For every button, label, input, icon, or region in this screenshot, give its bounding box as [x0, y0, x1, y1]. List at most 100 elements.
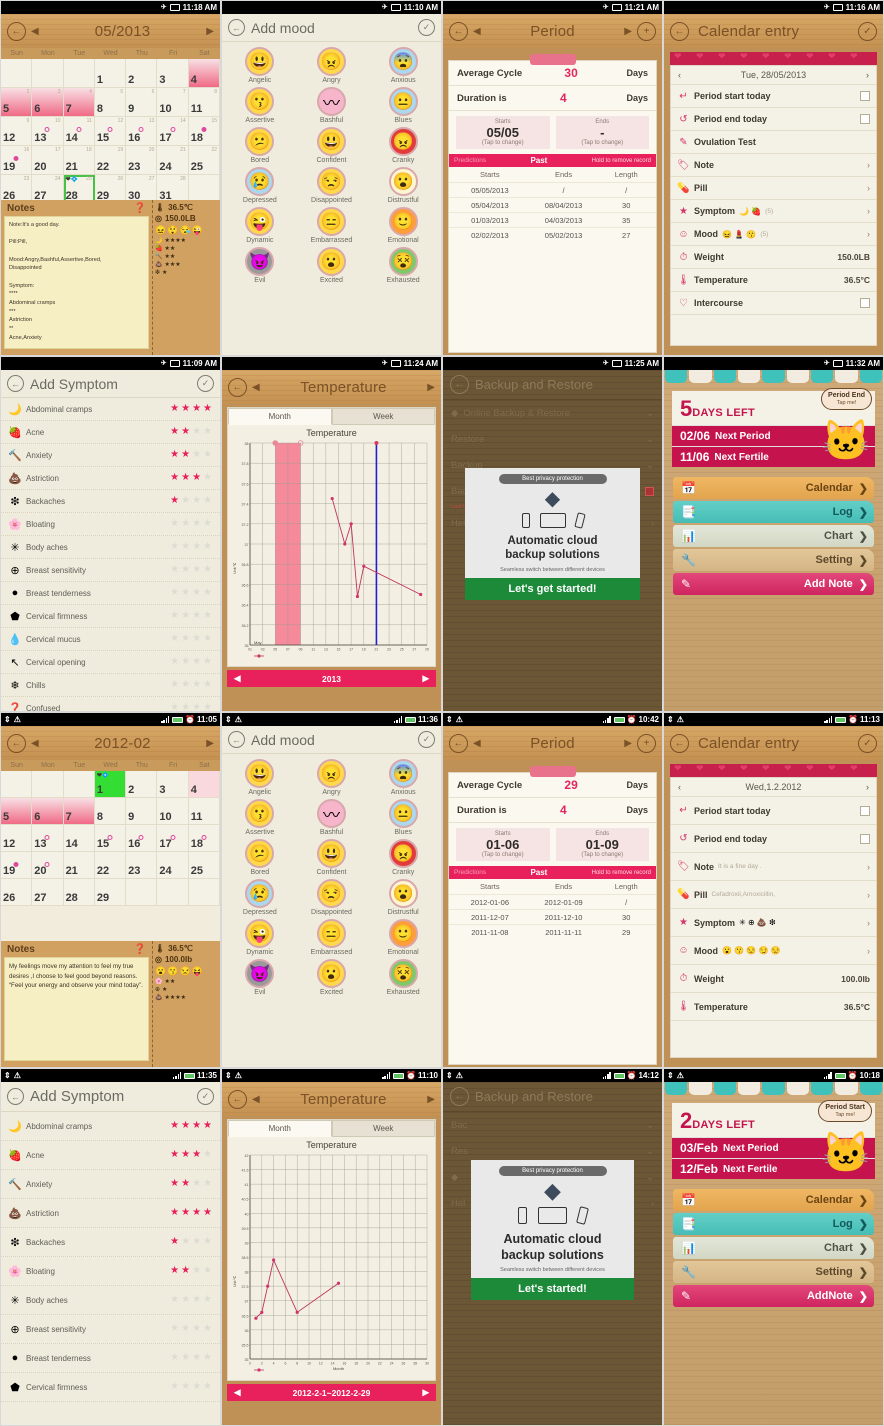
get-started-button[interactable]: Let's started! — [471, 1278, 634, 1301]
star-icon[interactable]: ★ — [181, 657, 190, 667]
confirm-icon[interactable]: ✓ — [418, 731, 435, 748]
star-icon[interactable]: ★ — [203, 1295, 212, 1305]
day-cell[interactable]: 23 — [126, 852, 158, 879]
prev-icon[interactable]: ◀ — [252, 382, 260, 393]
next-year-icon[interactable]: ▶ — [422, 673, 429, 684]
back-icon[interactable]: ← — [228, 19, 245, 36]
table-row[interactable]: 🌸 Bloating ★ ★ ★ ★ — [1, 1257, 220, 1286]
entry-row[interactable]: ⏱ Weight 100.0lb — [671, 965, 876, 993]
star-icon[interactable]: ★ — [170, 1382, 179, 1392]
day-cell[interactable]: 8 — [94, 798, 127, 825]
prev-icon[interactable]: ◀ — [252, 1094, 260, 1105]
next-icon[interactable]: ▶ — [624, 738, 632, 749]
rating-stars[interactable]: ★ ★ ★ ★ — [170, 1382, 214, 1392]
star-icon[interactable]: ★ — [203, 427, 212, 437]
prev-day-icon[interactable]: ‹ — [678, 70, 681, 80]
rating-stars[interactable]: ★ ★ ★ ★ — [170, 1121, 214, 1131]
star-icon[interactable]: ★ — [181, 1266, 190, 1276]
star-icon[interactable]: ★ — [192, 450, 201, 460]
tab-week[interactable]: Week — [331, 1120, 435, 1137]
mood-item[interactable]: 😨 Anxious — [367, 45, 439, 85]
starts-picker[interactable]: Starts 01-06 (Tap to change) — [456, 828, 550, 861]
mood-item[interactable]: 😃 Angelic — [224, 45, 296, 85]
entry-row[interactable]: ↺ Period end today — [671, 825, 876, 853]
day-cell[interactable]: 28 — [63, 879, 95, 906]
back-icon[interactable]: ← — [228, 1089, 247, 1109]
table-row[interactable]: 🔨 Anxiety ★ ★ ★ ★ — [1, 444, 220, 467]
tab-past[interactable]: Past — [530, 156, 547, 165]
day-cell[interactable]: 15 18 — [188, 117, 220, 146]
next-month-icon[interactable]: ▶ — [206, 738, 214, 749]
confirm-icon[interactable]: ✓ — [858, 21, 877, 41]
table-row[interactable]: ❇ Backaches ★ ★ ★ ★ — [1, 490, 220, 513]
day-cell[interactable]: 2 — [126, 771, 158, 798]
day-cell[interactable]: 5 — [1, 798, 33, 825]
entry-row[interactable]: 💊 Pill Cefadroxil,Amoxicillin, › — [671, 881, 876, 909]
star-icon[interactable]: ★ — [170, 473, 179, 483]
star-icon[interactable]: ★ — [192, 1150, 201, 1160]
day-cell[interactable]: 7 10 — [157, 88, 189, 117]
star-icon[interactable]: ★ — [203, 680, 212, 690]
mood-item[interactable]: 😕 Bored — [224, 125, 296, 165]
next-range-icon[interactable]: ▶ — [422, 1387, 429, 1398]
table-row[interactable]: 01/03/2013 04/03/2013 35 — [449, 212, 656, 227]
star-icon[interactable]: ★ — [203, 542, 212, 552]
star-icon[interactable]: ★ — [192, 427, 201, 437]
star-icon[interactable]: ★ — [170, 1353, 179, 1363]
back-icon[interactable]: ← — [7, 733, 26, 753]
star-icon[interactable]: ★ — [170, 611, 179, 621]
star-icon[interactable]: ★ — [192, 519, 201, 529]
star-icon[interactable]: ★ — [181, 473, 190, 483]
day-cell[interactable]: 22 25 — [188, 146, 220, 175]
star-icon[interactable]: ★ — [192, 496, 201, 506]
mood-item[interactable]: 😗 Assertive — [224, 85, 296, 125]
table-row[interactable]: 02/02/2013 05/02/2013 27 — [449, 227, 656, 242]
day-cell[interactable]: 15 — [94, 825, 127, 852]
mood-item[interactable]: 😨 Anxious — [367, 757, 439, 797]
day-cell[interactable]: 16 19 — [1, 146, 33, 175]
ends-picker[interactable]: Ends 01-09 (Tap to change) — [555, 828, 649, 861]
prev-month-icon[interactable]: ◀ — [31, 26, 39, 37]
star-icon[interactable]: ★ — [170, 703, 179, 712]
star-icon[interactable]: ★ — [181, 496, 190, 506]
star-icon[interactable]: ★ — [192, 657, 201, 667]
day-cell[interactable]: 16 — [126, 825, 158, 852]
star-icon[interactable]: ★ — [192, 611, 201, 621]
tab-week[interactable]: Week — [331, 408, 435, 425]
day-cell[interactable] — [188, 879, 220, 906]
rating-stars[interactable]: ★ ★ ★ ★ — [170, 542, 214, 552]
mood-item[interactable]: 😜 Dynamic — [224, 205, 296, 245]
avg-cycle-value[interactable]: 29 — [564, 778, 577, 792]
entry-row[interactable]: ↵ Period start today — [671, 85, 876, 108]
menu-item-chart[interactable]: 📊 Chart ❯ — [673, 1237, 874, 1259]
menu-item-addnote[interactable]: ✎ AddNote ❯ — [673, 1285, 874, 1307]
star-icon[interactable]: ★ — [181, 703, 190, 712]
confirm-icon[interactable]: ✓ — [197, 1088, 214, 1105]
star-icon[interactable]: ★ — [192, 1266, 201, 1276]
star-icon[interactable]: ★ — [181, 427, 190, 437]
tab-month[interactable]: Month — [228, 408, 332, 425]
day-cell[interactable]: 3 — [157, 771, 189, 798]
star-icon[interactable]: ★ — [192, 404, 201, 414]
star-icon[interactable]: ★ — [170, 565, 179, 575]
star-icon[interactable]: ★ — [181, 1179, 190, 1189]
star-icon[interactable]: ★ — [203, 1179, 212, 1189]
entry-row[interactable]: ↺ Period end today — [671, 108, 876, 131]
day-cell[interactable] — [1, 771, 33, 798]
entry-row[interactable]: 🌡 Temperature 36.5°C — [671, 993, 876, 1021]
star-icon[interactable]: ★ — [181, 542, 190, 552]
star-icon[interactable]: ★ — [181, 1324, 190, 1334]
help-icon[interactable]: ❓ — [134, 203, 146, 214]
day-cell[interactable]: 6 — [32, 798, 64, 825]
tab-past[interactable]: Past — [530, 868, 547, 877]
star-icon[interactable]: ★ — [170, 1237, 179, 1247]
entry-row[interactable]: ★ Symptom ✳ ⊕ 💩 ❇ › — [671, 909, 876, 937]
table-row[interactable]: ● Breast tenderness ★ ★ ★ ★ — [1, 1344, 220, 1373]
back-icon[interactable]: ← — [7, 21, 26, 41]
star-icon[interactable]: ★ — [181, 565, 190, 575]
star-icon[interactable]: ★ — [192, 1179, 201, 1189]
day-cell[interactable]: 27 — [32, 879, 64, 906]
day-cell[interactable] — [1, 59, 33, 88]
speech-bubble[interactable]: Period End Tap me! — [821, 388, 872, 410]
mood-item[interactable]: 😵 Exhausted — [367, 245, 439, 285]
